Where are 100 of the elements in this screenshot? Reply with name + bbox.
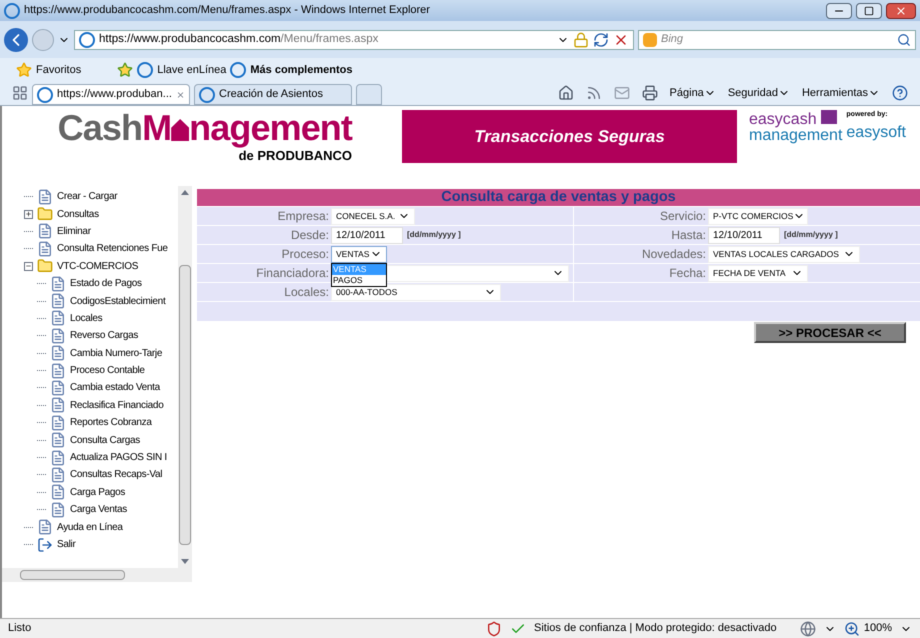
page-icon [50, 310, 66, 326]
tree-item[interactable]: Ayuda en Línea [57, 520, 123, 535]
page-icon [37, 223, 53, 240]
tree-item[interactable]: Carga Ventas [70, 502, 127, 518]
zoom-button[interactable]: 100% [844, 620, 892, 637]
help-icon[interactable] [892, 84, 908, 101]
page-icon [50, 414, 66, 431]
process-button[interactable]: >> PROCESAR << [754, 322, 906, 343]
page-icon [50, 362, 66, 379]
tree-item[interactable]: Consulta Cargas [70, 432, 140, 448]
field-label: Financiadora: [255, 265, 330, 282]
browser-tab[interactable]: https://www.produban... [32, 84, 190, 105]
window-title: https://www.produbancocashm.com/Menu/frames.aspx - Windows Internet Explorer [24, 3, 431, 18]
date-field[interactable]: 12/10/2011 [708, 226, 780, 244]
folder-icon [37, 258, 53, 274]
search-field[interactable]: Bing [661, 31, 893, 48]
form-title: Consulta carga de ventas y pagos [441, 188, 676, 207]
date-format-hint: [dd/mm/yyyy ] [784, 229, 838, 241]
page-icon [50, 432, 66, 448]
page-icon [50, 293, 66, 310]
tree-item[interactable]: Reclasifica Financiado [70, 398, 164, 413]
easysoft-logo: easysoft [846, 122, 906, 142]
print-icon[interactable] [642, 84, 658, 101]
feed-icon[interactable] [586, 84, 602, 101]
restore-button[interactable] [856, 2, 882, 18]
dropdown[interactable]: VENTAS LOCALES CARGADOS [708, 246, 860, 262]
tree-item[interactable]: Salir [57, 537, 76, 552]
field-label: Locales: [283, 284, 330, 301]
tree-item[interactable]: Crear - Cargar [57, 189, 118, 204]
tree-item[interactable]: Carga Pagos [70, 484, 126, 500]
scrollbar-thumb[interactable] [179, 265, 191, 545]
field-label: Desde: [290, 227, 330, 244]
quick-tabs-icon[interactable] [12, 85, 28, 101]
dropdown[interactable]: CONECEL S.A. [331, 208, 415, 224]
favorites-link[interactable]: Llave enLínea [137, 62, 226, 78]
vertical-scrollbar[interactable] [178, 186, 192, 568]
tree-item[interactable]: VTC-COMERCIOS [57, 258, 138, 274]
search-provider-icon [643, 32, 657, 46]
favorites-button[interactable]: Favoritos [16, 62, 82, 78]
field-label: Hasta: [670, 227, 707, 244]
tree-item[interactable]: Consulta Retenciones Fue [57, 241, 168, 256]
dropdown[interactable]: 000-AA-TODOS [331, 284, 501, 300]
field-label: Empresa: [276, 208, 330, 225]
page-icon [50, 345, 66, 362]
blocked-icon [486, 620, 502, 636]
dropdown[interactable]: FECHA DE VENTA [708, 264, 808, 282]
date-field[interactable]: 12/10/2011 [331, 226, 403, 244]
tree-item[interactable]: Reverso Cargas [70, 328, 138, 344]
tree-item[interactable]: Cambia estado Venta [70, 380, 160, 396]
refresh-icon[interactable] [593, 32, 609, 48]
browser-tab[interactable]: Creación de Asientos [194, 84, 352, 105]
address-field[interactable]: https://www.produbancocashm.com/Menu/frames.aspx [74, 30, 634, 50]
favorites-link[interactable]: Más complementos [230, 62, 352, 78]
page-icon [37, 240, 53, 257]
scroll-up-arrow-icon[interactable] [181, 190, 189, 195]
tree-item[interactable]: Cambia Numero-Tarje [70, 346, 162, 361]
page-icon [37, 519, 53, 536]
tree-item[interactable]: Estado de Pagos [70, 276, 142, 292]
search-icon[interactable] [897, 32, 911, 46]
add-favorite-icon[interactable] [117, 62, 134, 78]
field-label: Proceso: [280, 246, 330, 263]
horizontal-scrollbar[interactable] [2, 568, 192, 582]
tree-item[interactable]: CodigosEstablecimient [70, 294, 166, 309]
expand-icon[interactable] [24, 210, 33, 219]
close-button[interactable] [886, 2, 916, 18]
exit-icon [37, 536, 53, 552]
logo-subtitle: de PRODUBANCO [238, 148, 352, 165]
tree-item[interactable]: Proceso Contable [70, 363, 145, 378]
security-zone-text: Sitios de confianza | Modo protegido: desactivado [534, 621, 777, 636]
dropdown[interactable]: VENTAS [331, 246, 387, 262]
folder-icon [37, 206, 53, 222]
collapse-icon[interactable] [24, 262, 33, 271]
tree-item[interactable]: Reportes Cobranza [70, 415, 152, 430]
page-icon [50, 397, 66, 414]
scroll-down-arrow-icon[interactable] [181, 559, 189, 564]
scrollbar-thumb[interactable] [20, 570, 125, 580]
minimize-button[interactable] [826, 2, 852, 18]
back-button[interactable] [4, 28, 28, 52]
partner-logo-text: management [749, 128, 842, 144]
restore-icon [864, 6, 874, 16]
command-menu[interactable]: Seguridad [728, 84, 790, 101]
tree-item[interactable]: Actualiza PAGOS SIN I [70, 450, 167, 466]
tree-item[interactable]: Consultas [57, 206, 99, 222]
star-icon [16, 62, 32, 78]
home-icon[interactable] [558, 84, 574, 101]
tree-item[interactable]: Consultas Recaps-Val [70, 467, 162, 482]
tree-item[interactable]: Eliminar [57, 224, 91, 239]
status-text: Listo [8, 621, 32, 636]
close-icon [895, 4, 907, 16]
dropdown-option[interactable]: PAGOS [332, 274, 386, 286]
globe-icon[interactable] [800, 620, 816, 636]
dropdown[interactable]: P-VTC COMERCIOS [708, 208, 808, 224]
field-label: Novedades: [640, 246, 707, 263]
page-icon [50, 502, 66, 518]
search-box[interactable]: Bing [638, 30, 916, 50]
date-format-hint: [dd/mm/yyyy ] [407, 229, 461, 241]
tree-item[interactable]: Locales [70, 310, 102, 326]
command-menu[interactable]: Página [670, 84, 716, 101]
zoom-icon [844, 620, 860, 636]
command-menu[interactable]: Herramientas [802, 84, 880, 101]
